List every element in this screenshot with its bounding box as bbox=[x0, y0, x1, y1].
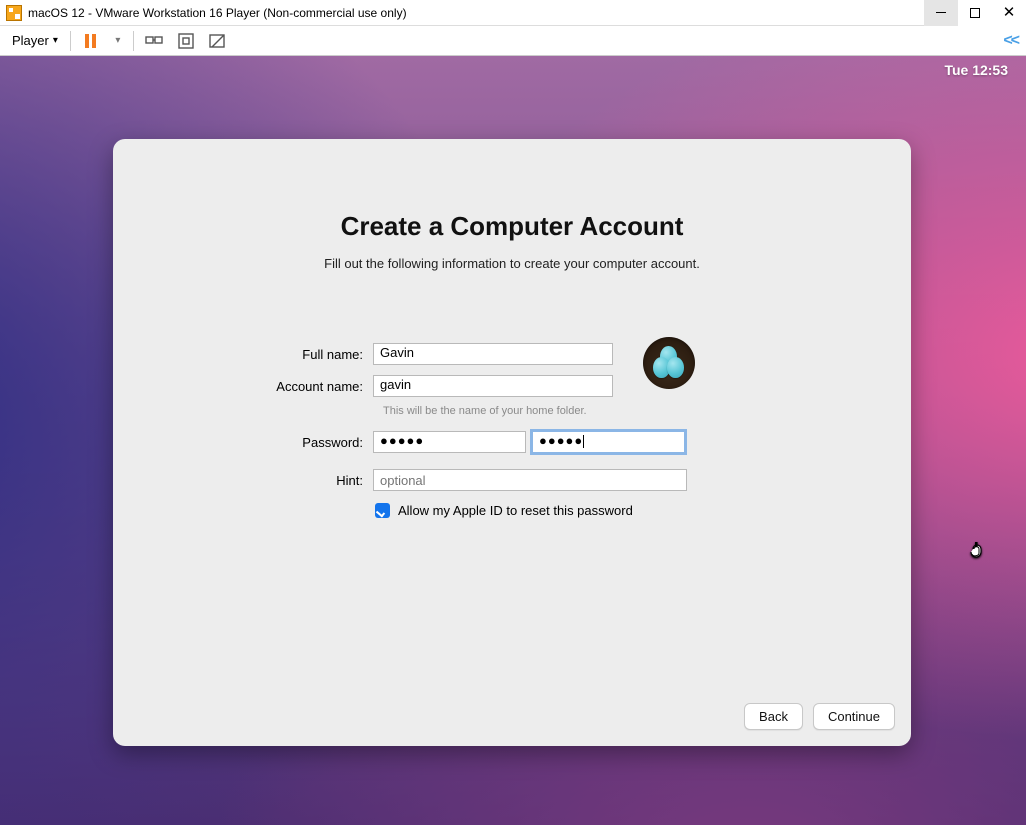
page-title: Create a Computer Account bbox=[153, 211, 871, 242]
back-button[interactable]: Back bbox=[744, 703, 803, 730]
setup-footer: Back Continue bbox=[113, 689, 911, 746]
hint-label: Hint: bbox=[113, 473, 373, 488]
continue-button[interactable]: Continue bbox=[813, 703, 895, 730]
window-title: macOS 12 - VMware Workstation 16 Player … bbox=[28, 6, 407, 20]
mouse-cursor-icon bbox=[970, 540, 990, 568]
window-maximize-button[interactable] bbox=[958, 0, 992, 26]
setup-assistant-panel: Create a Computer Account Fill out the f… bbox=[113, 139, 911, 746]
send-ctrl-alt-del-button[interactable] bbox=[142, 29, 166, 53]
full-name-field[interactable]: Gavin bbox=[373, 343, 613, 365]
pause-button[interactable] bbox=[79, 29, 103, 53]
collapse-toolbar-button[interactable]: << bbox=[1003, 32, 1018, 50]
chevron-down-icon: ▾ bbox=[53, 35, 58, 46]
allow-apple-id-label: Allow my Apple ID to reset this password bbox=[398, 503, 633, 518]
password-field[interactable]: ●●●●● bbox=[373, 431, 526, 453]
eggs-icon bbox=[667, 357, 684, 378]
toolbar-separator bbox=[133, 31, 134, 51]
page-subtitle: Fill out the following information to cr… bbox=[153, 256, 871, 271]
fullscreen-button[interactable] bbox=[174, 29, 198, 53]
full-name-label: Full name: bbox=[113, 347, 373, 362]
menu-bar-clock[interactable]: Tue 12:53 bbox=[944, 62, 1008, 78]
toolbar-separator bbox=[70, 31, 71, 51]
window-close-button[interactable]: ✕ bbox=[992, 0, 1026, 26]
account-form: Full name: Gavin Account name: gavin Thi… bbox=[113, 341, 911, 518]
account-picture[interactable] bbox=[643, 337, 695, 389]
verify-password-field[interactable]: ●●●●● bbox=[532, 431, 685, 453]
vmware-icon bbox=[6, 5, 22, 21]
window-minimize-button[interactable] bbox=[924, 0, 958, 26]
account-name-label: Account name: bbox=[113, 379, 373, 394]
allow-apple-id-checkbox[interactable] bbox=[375, 503, 390, 518]
unity-button[interactable] bbox=[206, 29, 230, 53]
macos-desktop: Tue 12:53 Create a Computer Account Fill… bbox=[0, 56, 1026, 825]
power-dropdown[interactable]: ▾ bbox=[111, 29, 125, 53]
password-label: Password: bbox=[113, 435, 373, 450]
player-menu-label: Player bbox=[12, 33, 49, 48]
pause-icon bbox=[85, 34, 96, 48]
account-name-note: This will be the name of your home folde… bbox=[383, 405, 911, 429]
vmware-titlebar: macOS 12 - VMware Workstation 16 Player … bbox=[0, 0, 1026, 26]
vmware-toolbar: Player ▾ ▾ << bbox=[0, 26, 1026, 56]
account-name-field[interactable]: gavin bbox=[373, 375, 613, 397]
verify-password-value: ●●●●● bbox=[539, 433, 583, 448]
window-controls: ✕ bbox=[924, 0, 1026, 26]
hint-field[interactable] bbox=[373, 469, 687, 491]
player-menu[interactable]: Player ▾ bbox=[8, 31, 62, 50]
